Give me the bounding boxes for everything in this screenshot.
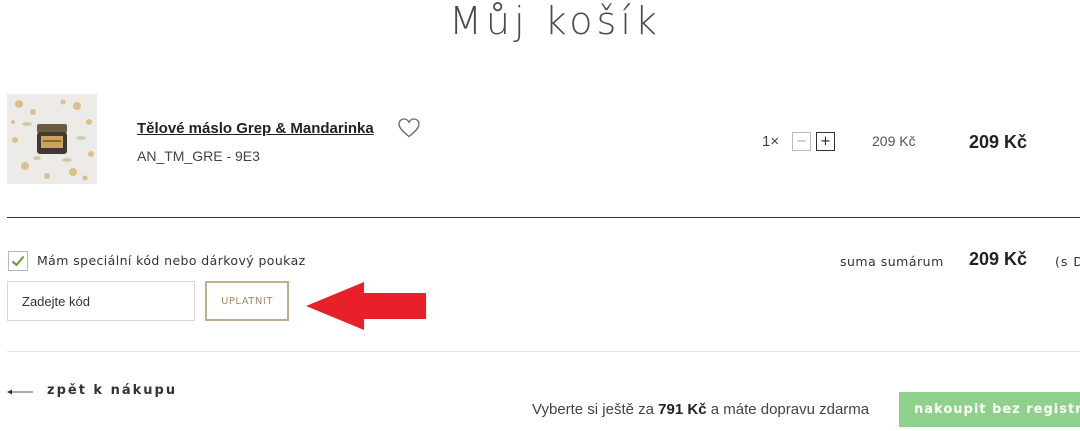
apply-coupon-button[interactable]: UPLATNIT bbox=[205, 281, 289, 321]
shipping-prefix: Vyberte si ještě za bbox=[532, 401, 654, 418]
product-name-link[interactable]: Tělové máslo Grep & Mandarinka bbox=[137, 120, 374, 137]
page-title: Můj košík bbox=[449, 0, 661, 43]
line-total: 209 Kč bbox=[969, 132, 1028, 152]
quantity-decrease-button[interactable]: − bbox=[792, 132, 811, 151]
shipping-suffix: a máte dopravu zdarma bbox=[710, 401, 870, 418]
quantity-label: 1× bbox=[762, 133, 780, 150]
back-to-shop-label: zpět k nákupu bbox=[47, 383, 178, 398]
coupon-code-input[interactable] bbox=[7, 281, 195, 321]
checkmark-icon bbox=[11, 255, 25, 267]
coupon-checkbox[interactable] bbox=[8, 251, 28, 271]
checkout-without-registration-button[interactable]: nakoupit bez registrace bbox=[899, 392, 1080, 427]
product-photo bbox=[7, 94, 97, 184]
sum-label: suma sumárum bbox=[840, 254, 944, 269]
arrow-left-icon bbox=[7, 389, 33, 395]
section-divider bbox=[7, 351, 1080, 352]
sum-vat-note: (s DPH) bbox=[1055, 254, 1080, 269]
cart-divider bbox=[7, 217, 1080, 218]
product-code: AN_TM_GRE - 9E3 bbox=[137, 148, 260, 164]
sum-value: 209 Kč bbox=[969, 249, 1028, 269]
shipping-remaining-amount: 791 Kč bbox=[658, 401, 707, 418]
unit-price: 209 Kč bbox=[872, 133, 916, 149]
product-image[interactable] bbox=[7, 94, 97, 184]
coupon-checkbox-label[interactable]: Mám speciální kód nebo dárkový poukaz bbox=[37, 253, 306, 268]
red-arrow-icon bbox=[306, 282, 426, 330]
free-shipping-note: Vyberte si ještě za 791 Kč a máte doprav… bbox=[532, 401, 869, 418]
quantity-increase-button[interactable]: + bbox=[816, 132, 835, 151]
heart-icon[interactable] bbox=[398, 118, 420, 138]
